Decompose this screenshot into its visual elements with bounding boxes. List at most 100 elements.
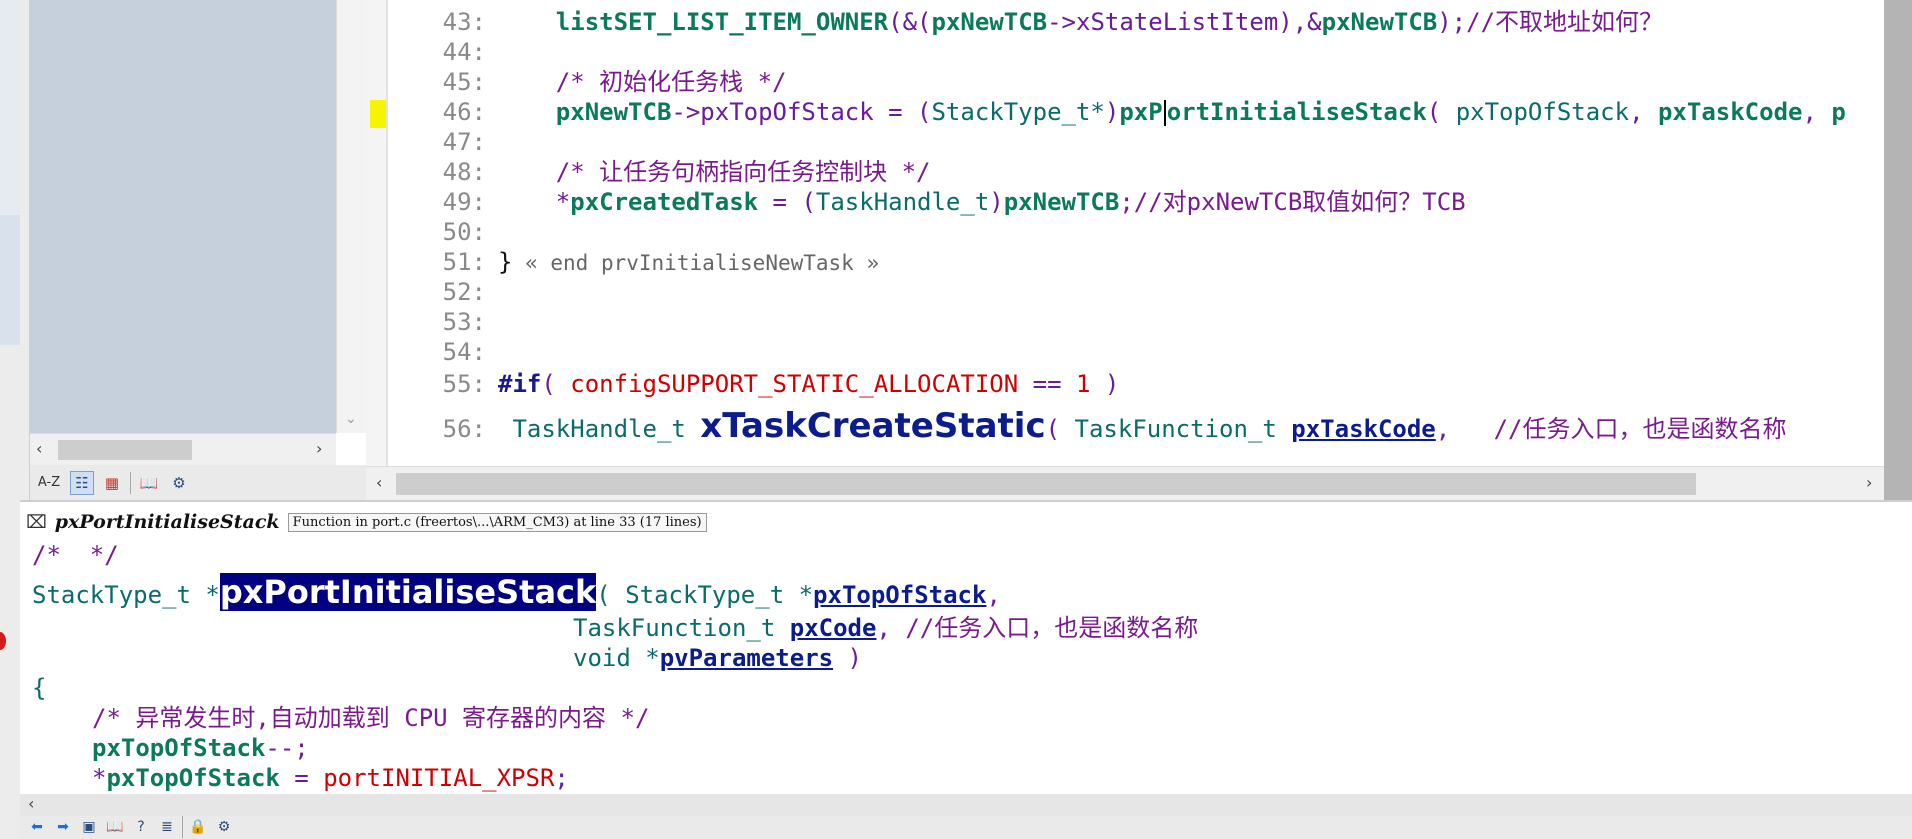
line-number: 51: <box>442 248 486 276</box>
editor-horizontal-scrollbar[interactable]: ‹ › <box>366 466 1884 500</box>
code-comment: /* 让任务句柄指向任务控制块 */ <box>555 158 931 186</box>
code-line-55[interactable]: 55: #if( configSUPPORT_STATIC_ALLOCATION … <box>388 369 1120 399</box>
code-line-47[interactable]: 47: <box>388 127 498 157</box>
identifier: pxNewTCB <box>931 8 1048 36</box>
book-icon[interactable]: 📖 <box>137 471 161 495</box>
symbol-vertical-scrollbar[interactable]: ⌄ <box>336 0 366 433</box>
code-line-56[interactable]: 56: TaskHandle_t xTaskCreateStatic( Task… <box>388 406 1787 446</box>
category-view-icon[interactable]: ▦ <box>100 471 124 495</box>
scroll-right-icon[interactable]: › <box>316 439 322 458</box>
jump-icon[interactable]: ▣ <box>78 816 100 838</box>
parameter[interactable]: pvParameters <box>660 644 833 672</box>
scroll-left-icon[interactable]: ‹ <box>28 794 34 813</box>
identifier: pxTopOfStack <box>92 734 266 762</box>
code-line-46[interactable]: 46: pxNewTCB->pxTopOfStack = (StackType_… <box>388 97 1846 127</box>
scroll-thumb[interactable] <box>58 440 192 460</box>
argument: p <box>1831 98 1846 126</box>
code-comment: //任务入口，也是函数名称 <box>905 614 1199 642</box>
code-token: ; <box>554 764 569 792</box>
editor-gutter[interactable] <box>366 0 386 466</box>
right-window-edge <box>1884 0 1912 500</box>
forward-arrow-icon[interactable]: ➡ <box>52 816 74 838</box>
code-line-49[interactable]: 49: *pxCreatedTask = (TaskHandle_t)pxNew… <box>388 187 1466 217</box>
fold-marker[interactable]: « end prvInitialiseNewTask » <box>512 251 879 275</box>
symbol-list[interactable] <box>30 0 336 433</box>
code-token: , <box>986 581 1001 609</box>
symbol-horizontal-scrollbar[interactable]: ‹ › <box>30 433 336 465</box>
code-token: { <box>32 674 47 702</box>
line-number: 43: <box>442 8 486 36</box>
code-comment: //不取地址如何？ <box>1466 8 1664 36</box>
code-token: ); <box>1437 8 1467 36</box>
symbol-window: ⌄ ‹ › A-Z ☷ ▦ 📖 ⚙ <box>30 0 366 500</box>
line-number: 47: <box>442 128 486 156</box>
code-line-51[interactable]: 51:} « end prvInitialiseNewTask » <box>388 247 879 277</box>
line-number: 50: <box>442 218 486 246</box>
code-comment: ;//对pxNewTCB取值如何？TCB <box>1119 188 1466 216</box>
code-token: ( <box>1045 415 1075 443</box>
lock-icon[interactable]: 🔒 <box>187 816 209 838</box>
code-token: ) <box>833 644 862 672</box>
context-toolbar: ⬅ ➡ ▣ 📖 ? ≣ 🔒 ⚙ <box>20 816 1912 839</box>
context-symbol-info[interactable]: Function in port.c (freertos\...\ARM_CM3… <box>287 512 707 532</box>
code-line-44[interactable]: 44: <box>388 37 498 67</box>
code-editor[interactable]: 43: listSET_LIST_ITEM_OWNER(&(pxNewTCB->… <box>366 0 1884 466</box>
context-line[interactable]: TaskFunction_t pxCode, //任务入口，也是函数名称 <box>573 613 1198 643</box>
parameter[interactable]: pxTaskCode <box>1291 415 1436 443</box>
code-comment: /* 初始化任务栈 */ <box>555 68 787 96</box>
scroll-left-icon[interactable]: ‹ <box>376 473 382 492</box>
line-number: 44: <box>442 38 486 66</box>
type-name: TaskHandle_t <box>512 415 686 443</box>
code-token: ( <box>1426 98 1456 126</box>
context-line[interactable]: *pxTopOfStack = portINITIAL_XPSR; <box>92 763 569 793</box>
sort-az-icon[interactable]: A-Z <box>34 471 64 495</box>
context-line[interactable]: /* */ <box>32 540 119 570</box>
scroll-down-icon[interactable]: ⌄ <box>345 411 357 427</box>
number-literal: 1 <box>1076 370 1091 398</box>
highlighted-symbol: pxPortInitialiseStack <box>219 573 597 611</box>
code-token: , <box>1802 98 1832 126</box>
settings-icon[interactable]: ⚙ <box>213 816 235 838</box>
code-line-43[interactable]: 43: listSET_LIST_ITEM_OWNER(&(pxNewTCB->… <box>388 7 1663 37</box>
parameter[interactable]: pxTopOfStack <box>813 581 986 609</box>
code-line-54[interactable]: 54: <box>388 337 498 367</box>
scroll-thumb[interactable] <box>396 473 1696 495</box>
back-arrow-icon[interactable]: ⬅ <box>26 816 48 838</box>
scroll-left-icon[interactable]: ‹ <box>36 439 42 458</box>
list-view-icon[interactable]: ☷ <box>70 470 94 495</box>
code-token: = <box>279 764 324 792</box>
code-comment: /* */ <box>32 541 119 569</box>
lookup-icon[interactable]: ? <box>130 816 152 838</box>
context-line[interactable]: { <box>32 673 46 703</box>
argument: pxTaskCode <box>1657 98 1803 126</box>
code-line-53[interactable]: 53: <box>388 307 498 337</box>
line-number: 54: <box>442 338 486 366</box>
function-name-part: pxP <box>1119 98 1163 126</box>
scroll-right-icon[interactable]: › <box>1866 473 1872 492</box>
settings-icon[interactable]: ⚙ <box>167 471 191 495</box>
context-line[interactable]: /* 异常发生时,自动加载到 CPU 寄存器的内容 */ <box>92 703 649 733</box>
code-line-52[interactable]: 52: <box>388 277 498 307</box>
identifier: pxNewTCB <box>1321 8 1438 36</box>
argument: pxTopOfStack <box>1455 98 1630 126</box>
reference-icon[interactable]: ≣ <box>156 816 178 838</box>
book-icon[interactable]: 📖 <box>104 816 126 838</box>
code-line-45[interactable]: 45: /* 初始化任务栈 */ <box>388 67 787 97</box>
current-line-marker <box>370 100 386 128</box>
code-token: * <box>92 764 107 792</box>
context-line[interactable]: pxTopOfStack--; <box>92 733 309 763</box>
code-line-48[interactable]: 48: /* 让任务句柄指向任务控制块 */ <box>388 157 931 187</box>
parameter[interactable]: pxCode <box>790 614 877 642</box>
code-comment: //任务入口，也是函数名称 <box>1493 415 1787 443</box>
identifier: pxNewTCB <box>555 98 672 126</box>
breakpoint-indicator-icon <box>0 632 6 650</box>
type-name: ( StackType_t * <box>596 581 814 609</box>
code-token: = ( <box>758 188 816 216</box>
context-horizontal-scrollbar[interactable]: ‹ <box>20 794 1912 816</box>
code-line-50[interactable]: 50: <box>388 217 498 247</box>
context-line[interactable]: StackType_t *pxPortInitialiseStack( Stac… <box>32 572 1001 612</box>
context-window-icon: ⌧ <box>26 511 47 533</box>
line-number: 53: <box>442 308 486 336</box>
context-window: ⌧ pxPortInitialiseStack Function in port… <box>20 500 1912 839</box>
context-line[interactable]: void *pvParameters ) <box>573 643 862 673</box>
